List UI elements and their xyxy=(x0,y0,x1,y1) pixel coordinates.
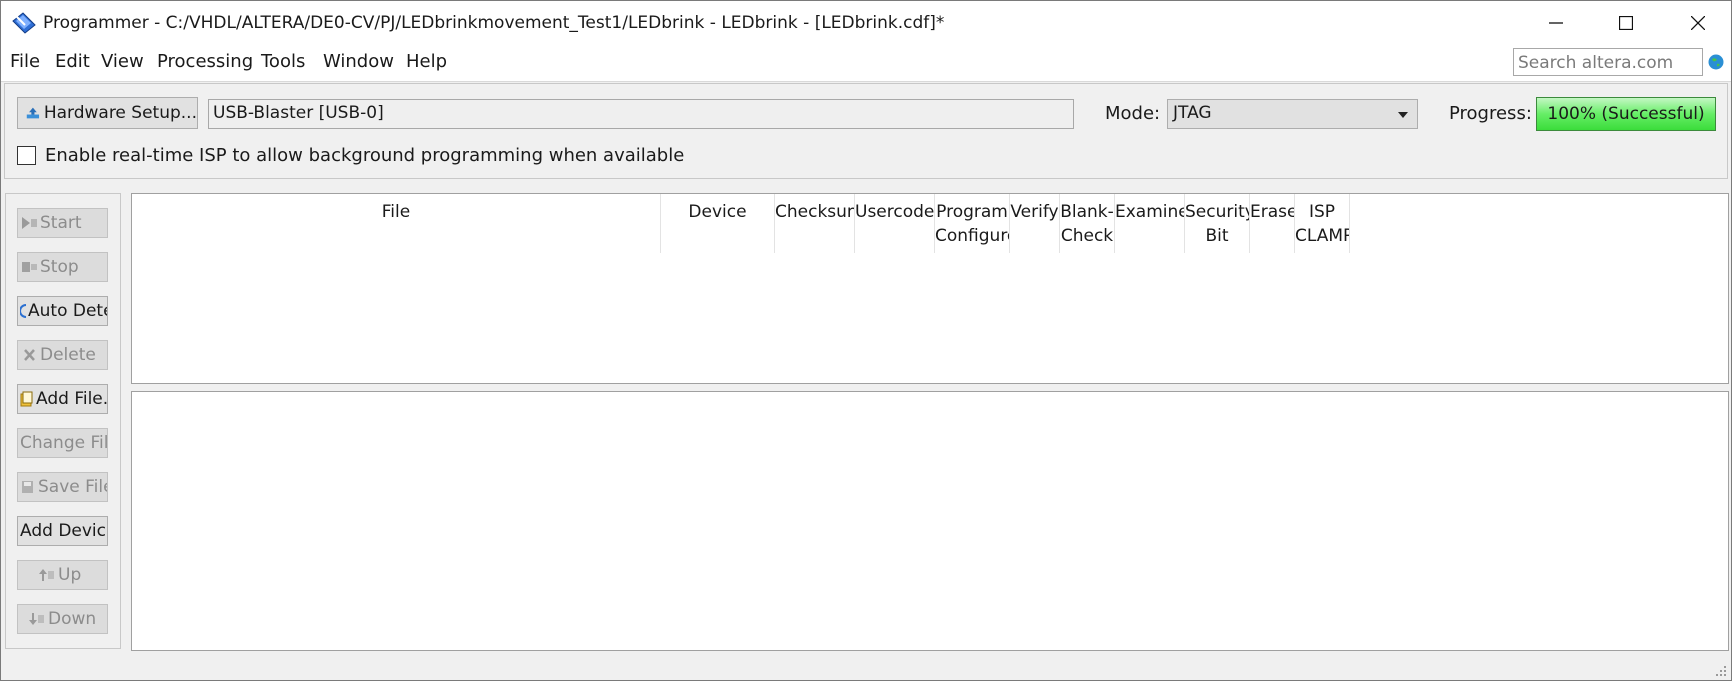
column-header-examine[interactable]: Examine xyxy=(1115,194,1185,253)
change-file-label: Change Fil xyxy=(20,433,108,453)
progress-bar: 100% (Successful) xyxy=(1536,97,1716,131)
programmer-app-icon xyxy=(12,12,36,34)
menu-edit[interactable]: Edit xyxy=(55,51,90,72)
progress-text: 100% (Successful) xyxy=(1547,104,1705,124)
add-file-icon xyxy=(20,391,33,407)
column-header-isp-clamp[interactable]: ISP CLAMP xyxy=(1295,194,1350,253)
menu-window[interactable]: Window xyxy=(323,51,394,72)
resize-grip-icon[interactable] xyxy=(1713,663,1727,677)
up-icon xyxy=(39,569,54,581)
auto-detect-button[interactable]: Auto Dete xyxy=(17,296,108,326)
down-label: Down xyxy=(48,609,97,629)
stop-label: Stop xyxy=(40,257,79,277)
start-icon xyxy=(22,217,37,229)
close-icon xyxy=(1691,16,1705,30)
delete-button[interactable]: Delete xyxy=(17,340,108,370)
menu-tools[interactable]: Tools xyxy=(261,51,305,72)
up-button[interactable]: Up xyxy=(17,560,108,590)
minimize-button[interactable] xyxy=(1524,1,1588,45)
save-file-button[interactable]: Save File xyxy=(17,472,108,502)
hardware-setup-label: Hardware Setup... xyxy=(43,103,197,123)
delete-icon xyxy=(24,349,35,361)
hardware-setup-button[interactable]: Hardware Setup... xyxy=(17,97,198,129)
auto-detect-icon xyxy=(20,304,26,318)
add-device-button[interactable]: Add Devic xyxy=(17,516,108,546)
start-label: Start xyxy=(40,213,82,233)
mode-dropdown[interactable]: JTAG xyxy=(1167,99,1418,129)
maximize-icon xyxy=(1619,16,1633,30)
hardware-field: USB-Blaster [USB-0] xyxy=(208,99,1074,129)
close-button[interactable] xyxy=(1666,1,1730,45)
change-file-button[interactable]: Change Fil xyxy=(17,428,108,458)
add-file-label: Add File. xyxy=(36,389,108,409)
menu-help[interactable]: Help xyxy=(406,51,447,72)
stop-icon xyxy=(22,262,37,272)
down-icon xyxy=(29,613,44,625)
column-header-security-bit[interactable]: Security Bit xyxy=(1185,194,1250,253)
maximize-button[interactable] xyxy=(1594,1,1658,45)
isp-checkbox[interactable] xyxy=(17,146,36,165)
start-button[interactable]: Start xyxy=(17,208,108,238)
column-header-blank-check[interactable]: Blank- Check xyxy=(1060,194,1115,253)
window-title: Programmer - C:/VHDL/ALTERA/DE0-CV/PJ/LE… xyxy=(43,13,945,33)
stop-button[interactable]: Stop xyxy=(17,252,108,282)
down-button[interactable]: Down xyxy=(17,604,108,634)
progress-label: Progress: xyxy=(1449,103,1532,124)
save-file-icon xyxy=(22,481,33,493)
title-bar[interactable]: Programmer - C:/VHDL/ALTERA/DE0-CV/PJ/LE… xyxy=(1,1,1731,45)
menu-processing[interactable]: Processing xyxy=(157,51,253,72)
chain-description-area[interactable] xyxy=(131,391,1729,651)
search-input[interactable]: Search altera.com xyxy=(1513,48,1703,76)
globe-icon[interactable] xyxy=(1708,54,1724,70)
column-header-file[interactable]: File xyxy=(132,194,661,253)
minimize-icon xyxy=(1549,22,1563,24)
column-header-erase[interactable]: Erase xyxy=(1250,194,1295,253)
column-header-program-configure[interactable]: Program Configure xyxy=(935,194,1010,253)
mode-label: Mode: xyxy=(1105,103,1161,124)
menu-bar: File Edit View Processing Tools Window H… xyxy=(1,45,1731,82)
up-label: Up xyxy=(58,565,82,585)
menu-file[interactable]: File xyxy=(10,51,40,72)
isp-checkbox-label[interactable]: Enable real-time ISP to allow background… xyxy=(45,145,684,166)
chevron-down-icon xyxy=(1398,112,1408,118)
column-header-device[interactable]: Device xyxy=(661,194,775,253)
delete-label: Delete xyxy=(40,345,96,365)
column-header-checksum[interactable]: Checksun xyxy=(775,194,855,253)
programmer-window: Programmer - C:/VHDL/ALTERA/DE0-CV/PJ/LE… xyxy=(0,0,1732,681)
save-file-label: Save File xyxy=(38,477,108,497)
status-bar xyxy=(1,657,1731,680)
device-table[interactable]: File Device Checksun Usercode Program Co… xyxy=(131,193,1729,384)
column-header-verify[interactable]: Verify xyxy=(1010,194,1060,253)
add-file-button[interactable]: Add File. xyxy=(17,384,108,414)
mode-value: JTAG xyxy=(1173,103,1212,123)
auto-detect-label: Auto Dete xyxy=(28,301,108,321)
column-header-usercode[interactable]: Usercode xyxy=(855,194,935,253)
add-device-label: Add Devic xyxy=(20,521,106,541)
hardware-setup-icon xyxy=(26,107,40,119)
menu-view[interactable]: View xyxy=(101,51,144,72)
